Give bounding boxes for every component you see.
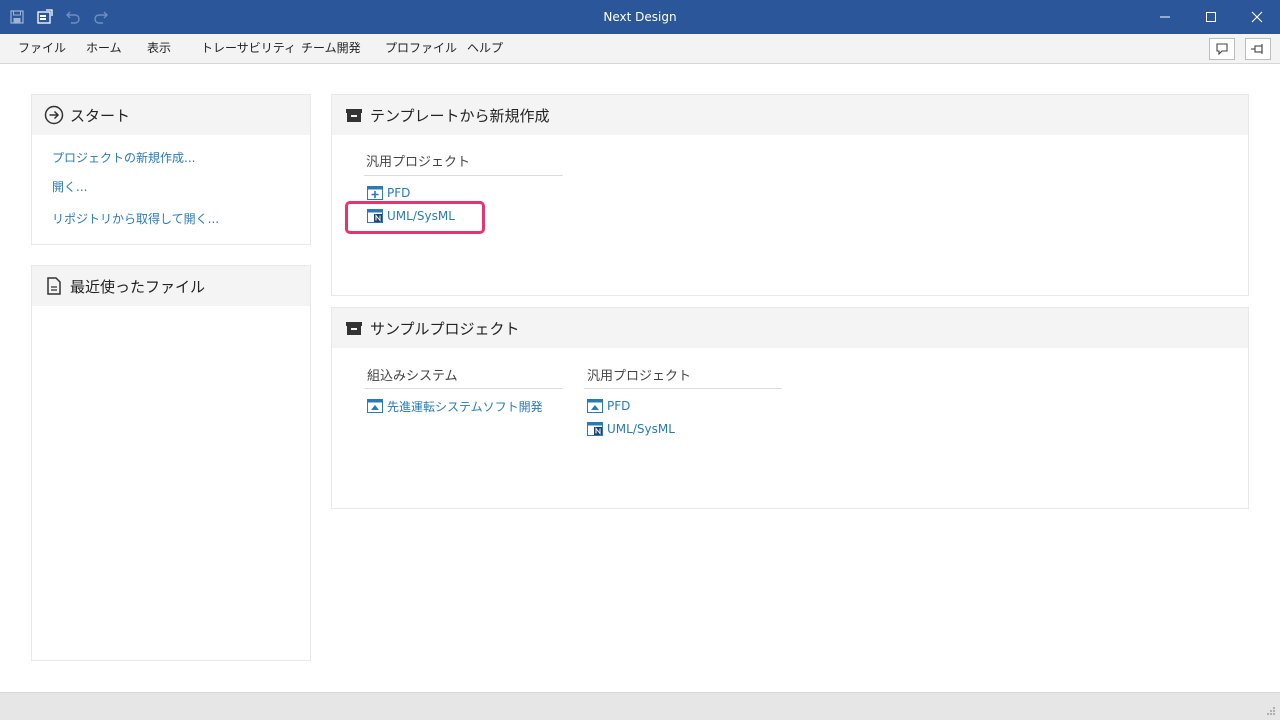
template-pfd[interactable]: PFD — [367, 184, 410, 202]
sample-adas-software[interactable]: 先進運転システムソフト開発 — [367, 397, 543, 415]
uml-template-icon — [367, 209, 383, 223]
template-pfd-label: PFD — [387, 186, 411, 200]
template-uml-sysml[interactable]: UML/SysML — [367, 207, 455, 225]
arrow-right-circle-icon — [44, 105, 64, 125]
start-panel: スタート プロジェクトの新規作成... 開く... リポジトリから取得して開く.… — [31, 94, 311, 245]
start-panel-header: スタート — [32, 95, 310, 135]
pin-icon — [1251, 44, 1263, 54]
archive-box-icon — [346, 322, 362, 335]
resize-grip-icon[interactable] — [1266, 706, 1276, 716]
redo-icon[interactable] — [91, 7, 111, 27]
sample-group-general-title: 汎用プロジェクト — [587, 369, 692, 384]
menu-profile[interactable]: プロファイル — [385, 34, 457, 63]
template-panel-header: テンプレートから新規作成 — [332, 95, 1248, 135]
recent-files-title: 最近使ったファイル — [70, 278, 206, 296]
menu-file[interactable]: ファイル — [18, 34, 66, 63]
template-group-title: 汎用プロジェクト — [366, 155, 471, 170]
sample-panel: サンプルプロジェクト 組込みシステム 先進運転システムソフト開発 汎用プロジェク… — [331, 307, 1249, 509]
menu-view[interactable]: 表示 — [147, 34, 171, 63]
status-bar — [0, 692, 1280, 720]
sample-project-icon — [587, 399, 603, 413]
sample-pfd-label: PFD — [607, 399, 631, 413]
open-from-repository-link[interactable]: リポジトリから取得して開く... — [52, 210, 219, 227]
sample-group-embedded-divider — [364, 388, 563, 389]
maximize-button[interactable] — [1188, 0, 1234, 34]
new-project-link[interactable]: プロジェクトの新規作成... — [52, 149, 195, 166]
save-icon[interactable] — [7, 7, 27, 27]
menu-bar: ファイル ホーム 表示 トレーサビリティ チーム開発 プロファイル ヘルプ — [0, 34, 1280, 64]
recent-files-panel: 最近使ったファイル — [31, 265, 311, 661]
menu-help[interactable]: ヘルプ — [467, 34, 503, 63]
menu-team-development[interactable]: チーム開発 — [301, 34, 361, 63]
template-panel-title: テンプレートから新規作成 — [370, 107, 550, 125]
pin-button[interactable] — [1245, 38, 1271, 60]
template-group-divider — [364, 175, 563, 176]
archive-box-icon — [346, 109, 362, 122]
close-button[interactable] — [1234, 0, 1280, 34]
start-panel-title: スタート — [70, 107, 131, 125]
pfd-template-icon — [367, 186, 383, 200]
menu-home[interactable]: ホーム — [86, 34, 122, 63]
window-title: Next Design — [603, 10, 677, 24]
title-bar: Next Design — [0, 0, 1280, 34]
sample-panel-header: サンプルプロジェクト — [332, 308, 1248, 348]
open-project-icon[interactable] — [35, 7, 55, 27]
sample-project-icon — [367, 399, 383, 413]
template-uml-sysml-label: UML/SysML — [387, 209, 455, 223]
feedback-button[interactable] — [1209, 38, 1235, 60]
sample-uml-sysml[interactable]: UML/SysML — [587, 420, 675, 438]
undo-icon[interactable] — [63, 7, 83, 27]
open-link[interactable]: 開く... — [52, 178, 87, 195]
recent-files-header: 最近使ったファイル — [32, 266, 310, 306]
comment-icon — [1216, 43, 1228, 56]
sample-group-embedded-title: 組込みシステム — [367, 369, 458, 384]
sample-adas-software-label: 先進運転システムソフト開発 — [387, 399, 543, 414]
menu-traceability[interactable]: トレーサビリティ — [201, 34, 296, 63]
sample-uml-sysml-label: UML/SysML — [607, 422, 675, 436]
sample-pfd[interactable]: PFD — [587, 397, 630, 415]
sample-group-general-divider — [584, 388, 782, 389]
uml-sample-icon — [587, 422, 603, 436]
document-icon — [47, 277, 61, 295]
template-panel: テンプレートから新規作成 汎用プロジェクト PFD UML/SysML — [331, 94, 1249, 296]
sample-panel-title: サンプルプロジェクト — [370, 320, 520, 338]
minimize-button[interactable] — [1142, 0, 1188, 34]
